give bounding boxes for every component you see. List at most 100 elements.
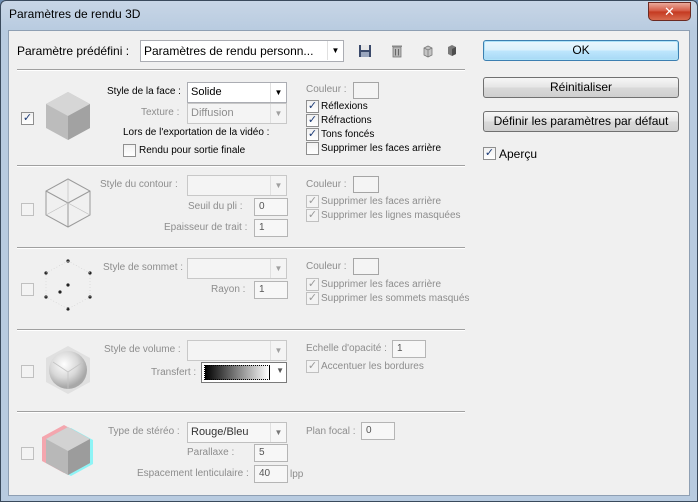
contour-remove-backfaces-label: Supprimer les faces arrière [321, 196, 442, 207]
vertex-remove-backfaces-checkbox[interactable]: ✓ [306, 278, 319, 291]
dialog-client: Paramètre prédéfini : Paramètres de rend… [8, 30, 690, 496]
final-render-label: Rendu pour sortie finale [139, 145, 246, 156]
reset-button[interactable]: Réinitialiser [483, 77, 679, 98]
crease-label: Seuil du pli : [188, 201, 243, 212]
vertex-remove-backfaces-label: Supprimer les faces arrière [321, 279, 442, 290]
separator [17, 69, 465, 71]
opacity-input[interactable]: 1 [392, 340, 426, 358]
volume-enable-checkbox[interactable] [21, 365, 34, 378]
face-remove-backfaces-checkbox[interactable] [306, 142, 319, 155]
face-style-select[interactable]: Solide ▼ [187, 82, 287, 103]
close-button[interactable]: ✕ [648, 2, 691, 21]
refractions-checkbox[interactable]: ✓ [306, 114, 319, 127]
chevron-down-icon: ▼ [327, 41, 343, 60]
volume-style-label: Style de volume : [104, 344, 181, 355]
remove-hidden-vertices-checkbox[interactable]: ✓ [306, 292, 319, 305]
chevron-down-icon: ▼ [270, 423, 286, 442]
chevron-down-icon: ▼ [270, 104, 286, 123]
vertex-color-swatch[interactable] [353, 258, 379, 275]
chevron-down-icon: ▼ [270, 176, 286, 195]
final-render-checkbox[interactable] [123, 144, 136, 157]
remove-hidden-lines-label: Supprimer les lignes masquées [321, 210, 461, 221]
lenticular-unit: lpp [290, 469, 304, 480]
contour-style-select[interactable]: ▼ [187, 175, 287, 196]
preset-label: Paramètre prédéfini : [17, 44, 130, 58]
reflections-checkbox[interactable]: ✓ [306, 100, 319, 113]
opacity-label: Echelle d'opacité : [306, 343, 387, 354]
remove-hidden-lines-checkbox[interactable]: ✓ [306, 209, 319, 222]
preview-checkbox[interactable]: ✓ [483, 147, 496, 160]
line-width-input[interactable]: 1 [254, 219, 288, 237]
separator [17, 411, 465, 413]
chevron-down-icon: ▼ [276, 366, 284, 375]
transfer-gradient-picker[interactable]: ▼ [201, 362, 287, 383]
shadows-label: Tons foncés [321, 129, 375, 140]
crease-input[interactable]: 0 [254, 198, 288, 216]
face-style-value: Solide [191, 86, 222, 98]
stereo-enable-checkbox[interactable] [21, 447, 34, 460]
remove-hidden-vertices-label: Supprimer les sommets masqués [321, 293, 470, 304]
stereo-cube-icon [42, 425, 93, 476]
parallax-label: Parallaxe : [187, 447, 235, 458]
preset-value: Paramètres de rendu personn... [144, 44, 314, 58]
contour-remove-backfaces-checkbox[interactable]: ✓ [306, 195, 319, 208]
face-cube-icon [46, 92, 90, 140]
dialog-window: Paramètres de rendu 3D ✕ Paramètre prédé… [0, 0, 698, 502]
wireframe-cube-icon [45, 178, 91, 228]
delete-icon[interactable] [390, 44, 404, 58]
shadows-checkbox[interactable]: ✓ [306, 128, 319, 141]
volume-style-select[interactable]: ▼ [187, 340, 287, 361]
transfer-label: Transfert : [151, 367, 197, 378]
parallax-input[interactable]: 5 [254, 444, 288, 462]
vertex-points-icon [44, 259, 92, 311]
focal-plane-input[interactable]: 0 [361, 422, 395, 440]
contour-color-label: Couleur : [306, 179, 347, 190]
vertex-style-select[interactable]: ▼ [187, 258, 287, 279]
lenticular-label: Espacement lenticulaire : [137, 468, 249, 479]
reflections-label: Réflexions [321, 101, 368, 112]
face-color-swatch[interactable] [353, 82, 379, 99]
chevron-down-icon: ▼ [270, 341, 286, 360]
separator [17, 247, 465, 249]
stereo-type-label: Type de stéréo : [108, 426, 180, 437]
transfer-gradient-preview [204, 365, 270, 380]
line-width-label: Epaisseur de trait : [164, 222, 248, 233]
ok-button[interactable]: OK [483, 40, 679, 61]
enhance-borders-checkbox[interactable]: ✓ [306, 360, 319, 373]
stereo-type-value: Rouge/Bleu [191, 426, 249, 438]
face-style-label: Style de la face : [107, 86, 181, 97]
face-enable-checkbox[interactable]: ✓ [21, 112, 34, 125]
texture-label: Texture : [141, 107, 180, 118]
vertex-style-label: Style de sommet : [103, 262, 184, 273]
save-icon[interactable] [358, 44, 372, 58]
radius-label: Rayon : [211, 284, 246, 295]
stereo-type-select[interactable]: Rouge/Bleu ▼ [187, 422, 287, 443]
preset-select[interactable]: Paramètres de rendu personn... ▼ [140, 40, 344, 62]
refractions-label: Réfractions [321, 115, 372, 126]
volume-sphere-icon [46, 346, 90, 394]
vertex-enable-checkbox[interactable] [21, 283, 34, 296]
separator [17, 329, 465, 331]
window-title: Paramètres de rendu 3D [9, 7, 141, 21]
texture-value: Diffusion [191, 107, 234, 119]
set-defaults-button[interactable]: Définir les paramètres par défaut [483, 111, 679, 132]
load-preset-icon[interactable] [445, 43, 459, 57]
export-label: Lors de l'exportation de la vidéo : [123, 127, 270, 138]
preview-label: Aperçu [499, 147, 538, 161]
texture-select[interactable]: Diffusion ▼ [187, 103, 287, 124]
contour-style-label: Style du contour : [100, 179, 178, 190]
chevron-down-icon: ▼ [270, 259, 286, 278]
face-remove-backfaces-label: Supprimer les faces arrière [321, 143, 442, 154]
enhance-borders-label: Accentuer les bordures [321, 361, 424, 372]
chevron-down-icon: ▼ [270, 83, 286, 102]
new-preset-icon[interactable] [421, 44, 435, 58]
contour-enable-checkbox[interactable] [21, 203, 34, 216]
separator [17, 165, 465, 167]
contour-color-swatch[interactable] [353, 176, 379, 193]
radius-input[interactable]: 1 [254, 281, 288, 299]
focal-plane-label: Plan focal : [306, 426, 356, 437]
lenticular-input[interactable]: 40 [254, 465, 288, 483]
vertex-color-label: Couleur : [306, 261, 347, 272]
face-color-label: Couleur : [306, 84, 347, 95]
title-bar[interactable]: Paramètres de rendu 3D ✕ [1, 1, 697, 29]
